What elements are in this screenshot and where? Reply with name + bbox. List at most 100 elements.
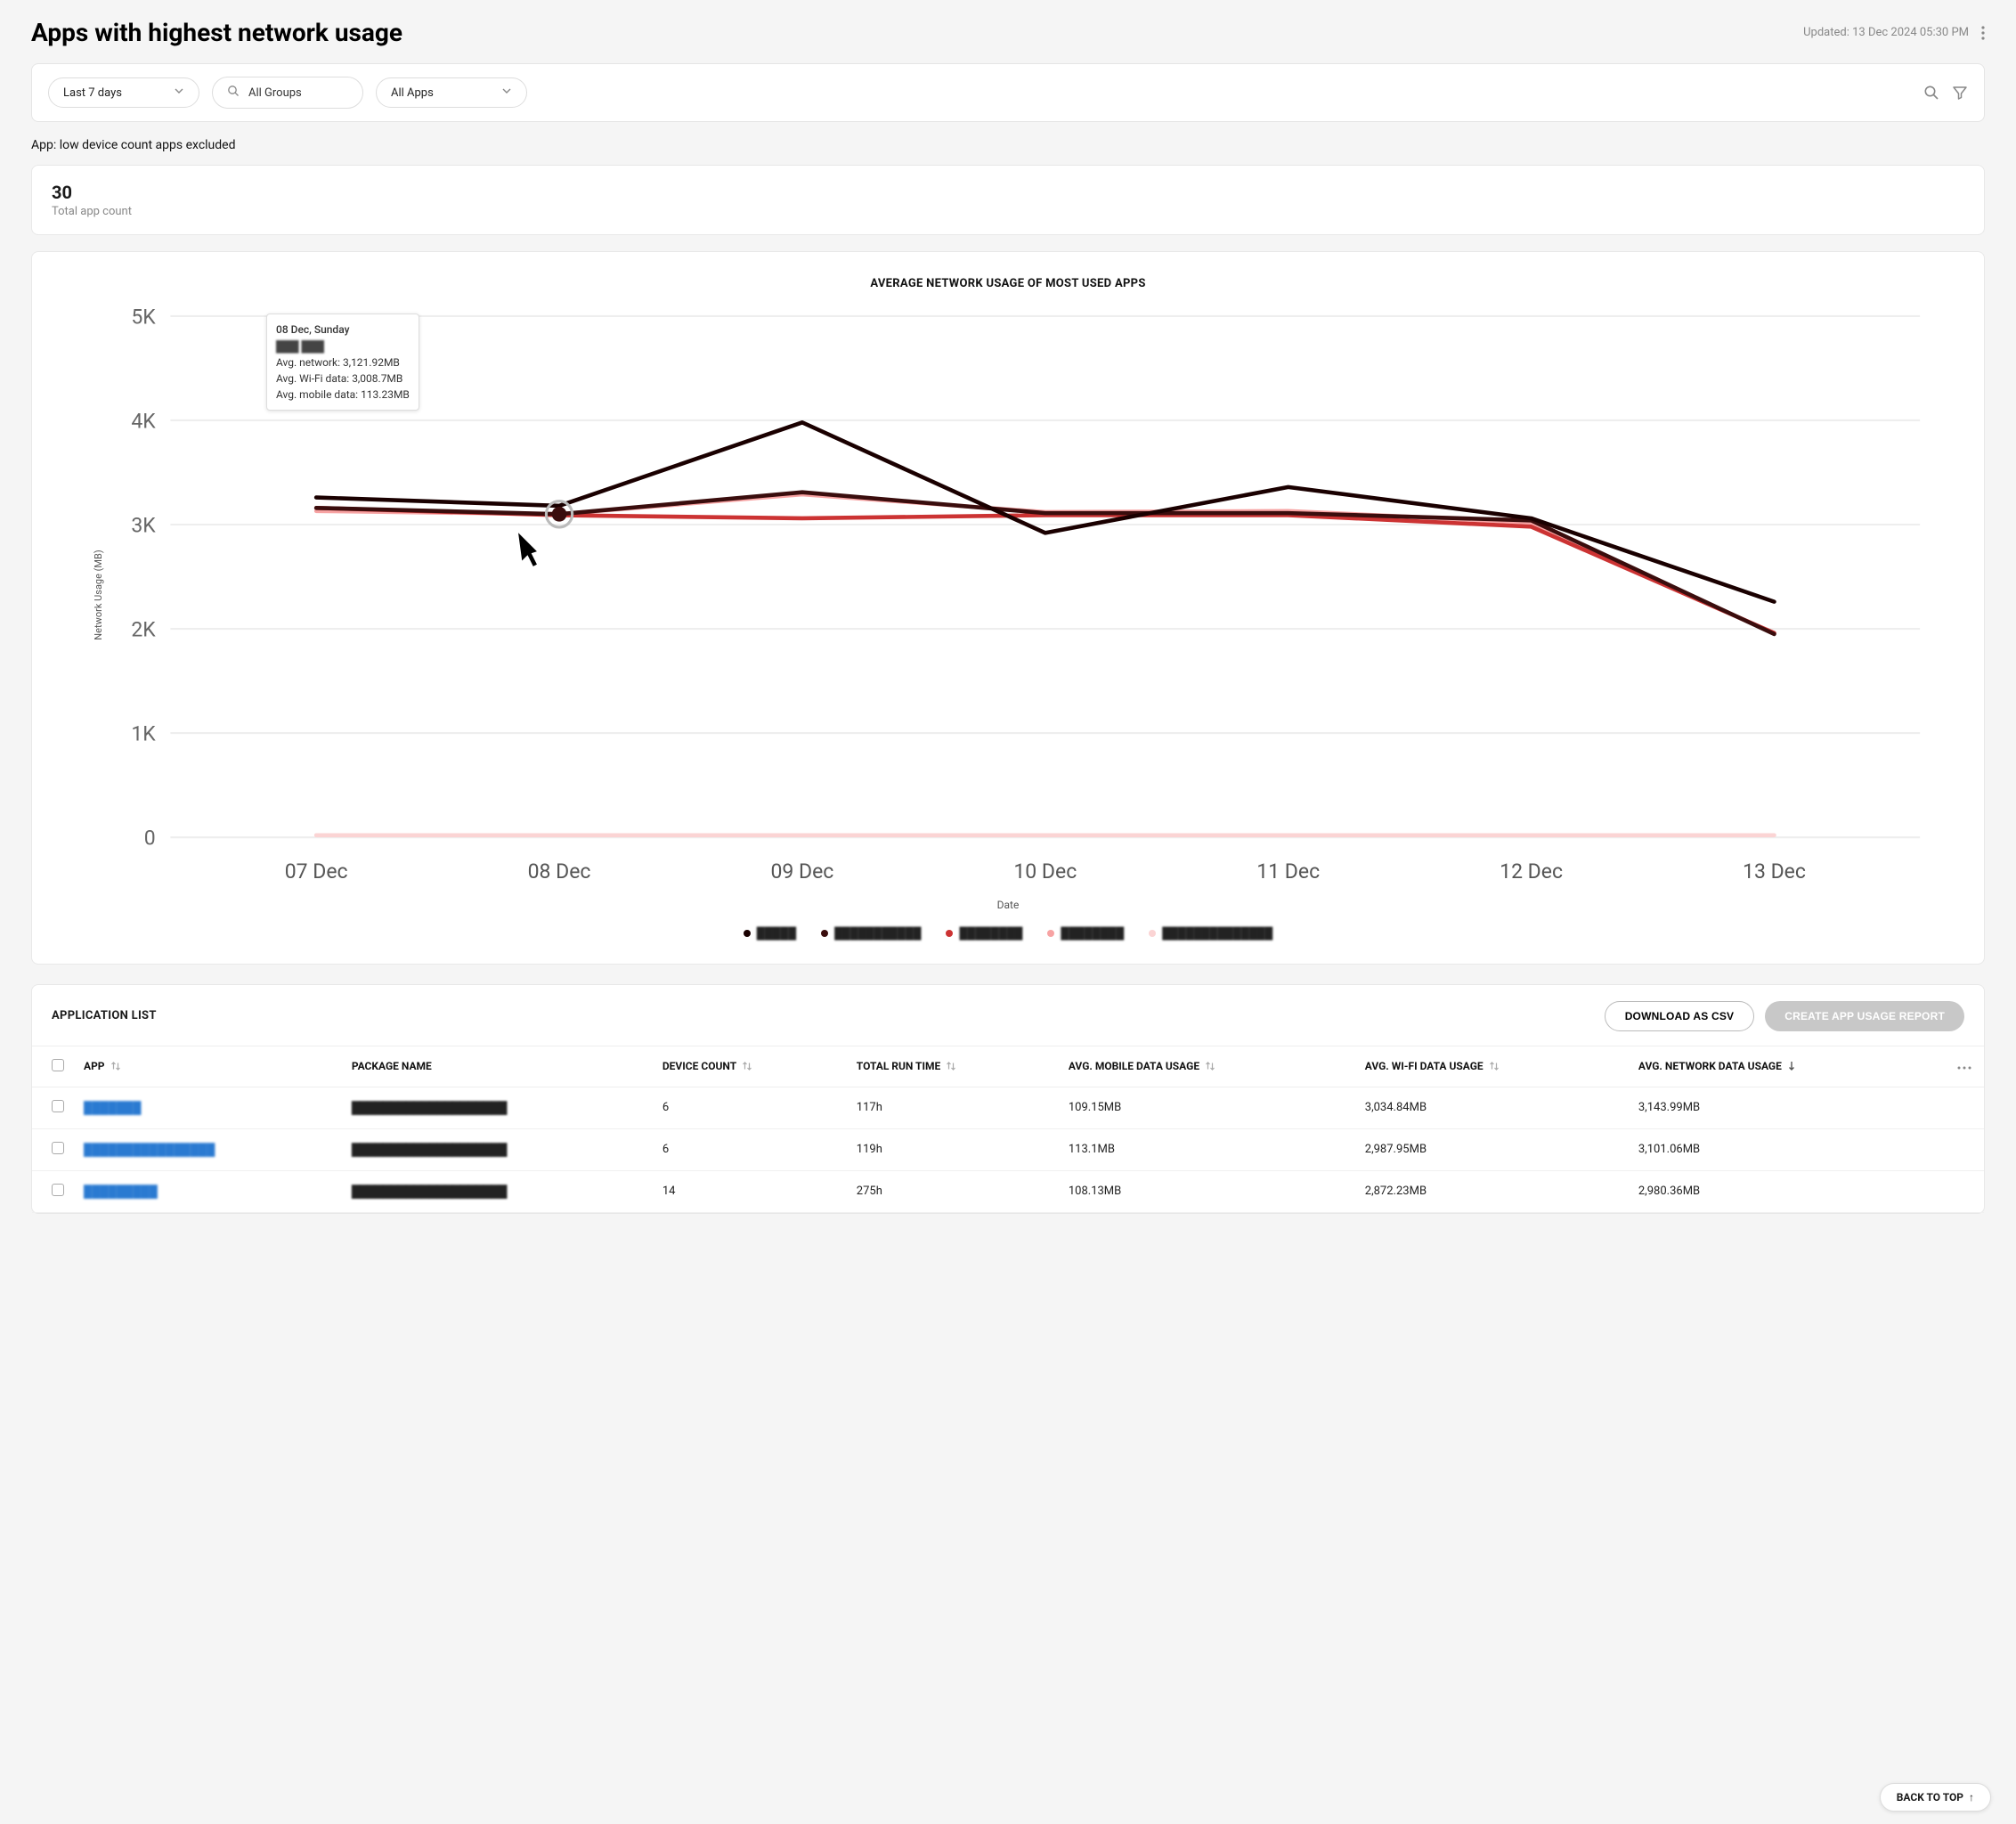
chart-card: AVERAGE NETWORK USAGE OF MOST USED APPS … — [31, 251, 1985, 965]
package-name: ████████████████████ — [352, 1102, 507, 1115]
col-wifi[interactable]: AVG. WI-FI DATA USAGE — [1356, 1046, 1630, 1087]
legend-dot-icon — [1047, 930, 1054, 937]
table-row[interactable]: ████████████████████████████████████6119… — [32, 1128, 1984, 1170]
legend-dot-icon — [1149, 930, 1156, 937]
mobile-usage: 113.1MB — [1060, 1128, 1356, 1170]
legend-label: █████ — [757, 927, 796, 940]
total-count-label: Total app count — [52, 205, 1964, 218]
legend-label: ████████ — [959, 927, 1022, 940]
device-count: 6 — [654, 1087, 848, 1128]
sort-icon — [946, 1060, 956, 1072]
chart-title: AVERAGE NETWORK USAGE OF MOST USED APPS — [59, 277, 1957, 290]
page-title: Apps with highest network usage — [31, 18, 402, 47]
arrow-up-icon: ↑ — [1969, 1791, 1974, 1804]
mobile-usage: 109.15MB — [1060, 1087, 1356, 1128]
svg-text:13 Dec: 13 Dec — [1743, 859, 1806, 884]
svg-text:2K: 2K — [131, 617, 156, 641]
mobile-usage: 108.13MB — [1060, 1170, 1356, 1212]
svg-text:3K: 3K — [131, 513, 156, 537]
sort-down-icon — [1787, 1060, 1796, 1072]
package-name: ████████████████████ — [352, 1185, 507, 1199]
legend-label: ██████████████ — [1162, 927, 1272, 940]
svg-text:10 Dec: 10 Dec — [1013, 859, 1077, 884]
chevron-down-icon — [501, 86, 512, 100]
col-device-count[interactable]: DEVICE COUNT — [654, 1046, 848, 1087]
svg-text:1K: 1K — [131, 721, 156, 745]
col-app[interactable]: APP — [75, 1046, 343, 1087]
app-link[interactable]: ████████████████ — [84, 1144, 215, 1157]
col-mobile[interactable]: AVG. MOBILE DATA USAGE — [1060, 1046, 1356, 1087]
chart-legend: ████████████████████████████████████████… — [59, 927, 1957, 940]
network-usage: 3,143.99MB — [1630, 1087, 1945, 1128]
network-usage: 2,980.36MB — [1630, 1170, 1945, 1212]
runtime: 119h — [848, 1128, 1060, 1170]
download-csv-button[interactable]: DOWNLOAD AS CSV — [1605, 1001, 1755, 1031]
col-runtime[interactable]: TOTAL RUN TIME — [848, 1046, 1060, 1087]
legend-item[interactable]: █████ — [744, 927, 796, 940]
total-count-card: 30 Total app count — [31, 165, 1985, 235]
legend-item[interactable]: ██████████████ — [1149, 927, 1272, 940]
runtime: 117h — [848, 1087, 1060, 1128]
back-to-top-button[interactable]: BACK TO TOP ↑ — [1880, 1783, 1991, 1812]
create-report-button: CREATE APP USAGE REPORT — [1765, 1001, 1964, 1031]
svg-text:12 Dec: 12 Dec — [1500, 859, 1563, 884]
network-usage: 3,101.06MB — [1630, 1128, 1945, 1170]
table-row[interactable]: █████████████████████████████14275h108.1… — [32, 1170, 1984, 1212]
legend-label: ███████████ — [834, 927, 921, 940]
apps-label: All Apps — [391, 86, 434, 100]
filter-icon[interactable] — [1952, 85, 1968, 101]
svg-text:4K: 4K — [131, 409, 156, 433]
runtime: 275h — [848, 1170, 1060, 1212]
row-checkbox[interactable] — [52, 1100, 64, 1112]
wifi-usage: 2,872.23MB — [1356, 1170, 1630, 1212]
col-package[interactable]: PACKAGE NAME — [343, 1046, 654, 1087]
total-count-value: 30 — [52, 182, 1964, 203]
legend-dot-icon — [821, 930, 828, 937]
select-all-checkbox[interactable] — [52, 1059, 64, 1071]
legend-item[interactable]: ████████ — [1047, 927, 1124, 940]
legend-dot-icon — [946, 930, 953, 937]
filter-note: App: low device count apps excluded — [31, 138, 1985, 152]
device-count: 14 — [654, 1170, 848, 1212]
legend-item[interactable]: ████████ — [946, 927, 1022, 940]
legend-dot-icon — [744, 930, 751, 937]
updated-timestamp: Updated: 13 Dec 2024 05:30 PM — [1803, 26, 1969, 39]
col-actions[interactable] — [1945, 1046, 1984, 1087]
svg-text:09 Dec: 09 Dec — [770, 859, 833, 884]
table-title: APPLICATION LIST — [52, 1009, 157, 1022]
svg-text:08 Dec: 08 Dec — [528, 859, 591, 884]
date-range-label: Last 7 days — [63, 86, 122, 100]
svg-text:11 Dec: 11 Dec — [1256, 859, 1320, 884]
application-table: APP PACKAGE NAME DEVICE COUNT TOTAL RUN … — [32, 1046, 1984, 1213]
sort-icon — [1489, 1060, 1500, 1072]
wifi-usage: 3,034.84MB — [1356, 1087, 1630, 1128]
groups-label: All Groups — [248, 86, 302, 100]
app-link[interactable]: ███████ — [84, 1102, 141, 1115]
sort-icon — [1205, 1060, 1215, 1072]
svg-text:07 Dec: 07 Dec — [285, 859, 348, 884]
svg-text:5K: 5K — [131, 305, 156, 329]
app-link[interactable]: █████████ — [84, 1185, 158, 1199]
package-name: ████████████████████ — [352, 1144, 507, 1157]
line-chart[interactable]: 0 1K 2K 3K 4K 5K 07 Dec 08 Dec 09 Dec 10 Dec 11 De… — [59, 297, 1957, 893]
search-icon[interactable] — [1923, 85, 1939, 101]
apps-dropdown[interactable]: All Apps — [376, 77, 527, 108]
chevron-down-icon — [174, 86, 184, 100]
groups-search[interactable]: All Groups — [212, 77, 363, 109]
legend-item[interactable]: ███████████ — [821, 927, 921, 940]
table-row[interactable]: ███████████████████████████6117h109.15MB… — [32, 1087, 1984, 1128]
x-axis-label: Date — [59, 899, 1957, 911]
filter-bar: Last 7 days All Groups All Apps — [31, 63, 1985, 122]
wifi-usage: 2,987.95MB — [1356, 1128, 1630, 1170]
y-axis-label: Network Usage (MB) — [93, 550, 104, 640]
date-range-dropdown[interactable]: Last 7 days — [48, 77, 199, 108]
sort-icon — [110, 1060, 121, 1072]
application-list-card: APPLICATION LIST DOWNLOAD AS CSV CREATE … — [31, 984, 1985, 1214]
svg-text:0: 0 — [144, 826, 156, 851]
row-checkbox[interactable] — [52, 1142, 64, 1154]
legend-label: ████████ — [1061, 927, 1124, 940]
more-menu-icon[interactable] — [1981, 26, 1985, 40]
search-icon — [227, 85, 240, 101]
col-network[interactable]: AVG. NETWORK DATA USAGE — [1630, 1046, 1945, 1087]
row-checkbox[interactable] — [52, 1184, 64, 1196]
